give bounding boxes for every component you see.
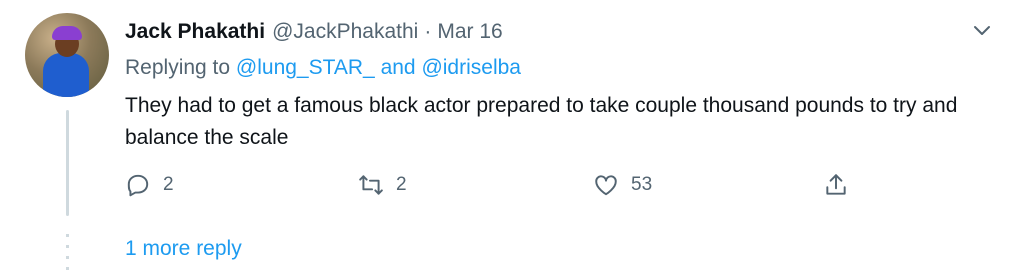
reply-button[interactable]: 2: [125, 170, 174, 200]
replying-and[interactable]: and: [375, 56, 422, 79]
mention-link[interactable]: @lung_STAR_: [236, 56, 375, 79]
avatar-cap: [52, 26, 82, 40]
share-button[interactable]: [823, 170, 861, 200]
retweet-button[interactable]: 2: [358, 170, 407, 200]
like-count: 53: [631, 174, 653, 195]
retweet-icon: [359, 175, 383, 195]
mention-link[interactable]: @idriselba: [421, 56, 521, 79]
tweet-text: They had to get a famous black actor pre…: [125, 94, 958, 149]
author-handle[interactable]: @JackPhakathi: [272, 20, 418, 44]
avatar[interactable]: [25, 13, 109, 97]
more-replies-link[interactable]: 1 more reply: [125, 237, 242, 261]
author-name[interactable]: Jack Phakathi: [125, 20, 265, 44]
replying-prefix: Replying to: [125, 56, 236, 79]
caret-down-icon[interactable]: [970, 18, 994, 42]
tweet-header: Jack Phakathi @JackPhakathi · Mar 16: [125, 17, 503, 47]
share-icon: [826, 174, 846, 195]
avatar-shirt: [43, 53, 89, 97]
thread-dot: [66, 267, 69, 270]
like-button[interactable]: 53: [593, 170, 652, 200]
thread-line: [66, 110, 69, 216]
thread-dot: [66, 234, 69, 237]
reply-count: 2: [163, 174, 174, 195]
tweet-date[interactable]: Mar 16: [437, 20, 502, 44]
retweet-count: 2: [396, 174, 407, 195]
like-icon: [595, 175, 617, 196]
replying-to: Replying to @lung_STAR_ and @idriselba: [125, 56, 521, 80]
reply-icon: [127, 174, 149, 197]
header-separator: ·: [424, 20, 432, 43]
thread-dot: [66, 256, 69, 259]
thread-dot: [66, 245, 69, 248]
thread-dots: [66, 234, 69, 274]
